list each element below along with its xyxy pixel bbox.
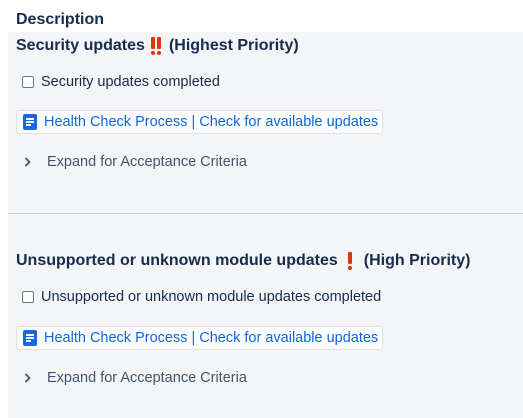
task-checkbox[interactable] xyxy=(22,76,34,88)
expand-label: Expand for Acceptance Criteria xyxy=(47,370,247,386)
page-link-text: Health Check Process | Check for availab… xyxy=(44,330,379,346)
page-link[interactable]: Health Check Process | Check for availab… xyxy=(16,110,384,134)
chevron-right-icon xyxy=(20,370,36,386)
expand-toggle[interactable]: Expand for Acceptance Criteria xyxy=(20,154,247,170)
task-item: Security updates completed xyxy=(22,74,220,90)
double-exclamation-icon xyxy=(150,37,163,55)
section-title: Unsupported or unknown module updates (H… xyxy=(16,250,470,272)
task-checkbox[interactable] xyxy=(22,291,34,303)
page-icon xyxy=(23,330,37,346)
task-label: Security updates completed xyxy=(41,74,220,90)
page-icon xyxy=(23,114,37,130)
section-divider xyxy=(8,213,523,214)
description-heading: Description xyxy=(16,11,105,28)
section-title: Security updates (Highest Priority) xyxy=(16,35,299,57)
expand-toggle[interactable]: Expand for Acceptance Criteria xyxy=(20,370,247,386)
task-label: Unsupported or unknown module updates co… xyxy=(41,289,382,305)
page-link-text: Health Check Process | Check for availab… xyxy=(44,114,379,130)
priority-label: (High Priority) xyxy=(363,252,471,269)
chevron-right-icon xyxy=(20,154,36,170)
section-title-text: Unsupported or unknown module updates xyxy=(16,252,338,269)
section-title-text: Security updates xyxy=(16,37,145,54)
exclamation-icon xyxy=(347,252,352,270)
description-panel[interactable]: Security updates (Highest Priority) Secu… xyxy=(8,32,523,418)
priority-label: (Highest Priority) xyxy=(168,37,299,54)
task-item: Unsupported or unknown module updates co… xyxy=(22,289,381,305)
description-field: Description Security updates (Highest Pr… xyxy=(0,0,523,418)
expand-label: Expand for Acceptance Criteria xyxy=(47,154,247,170)
page-link[interactable]: Health Check Process | Check for availab… xyxy=(16,326,384,350)
